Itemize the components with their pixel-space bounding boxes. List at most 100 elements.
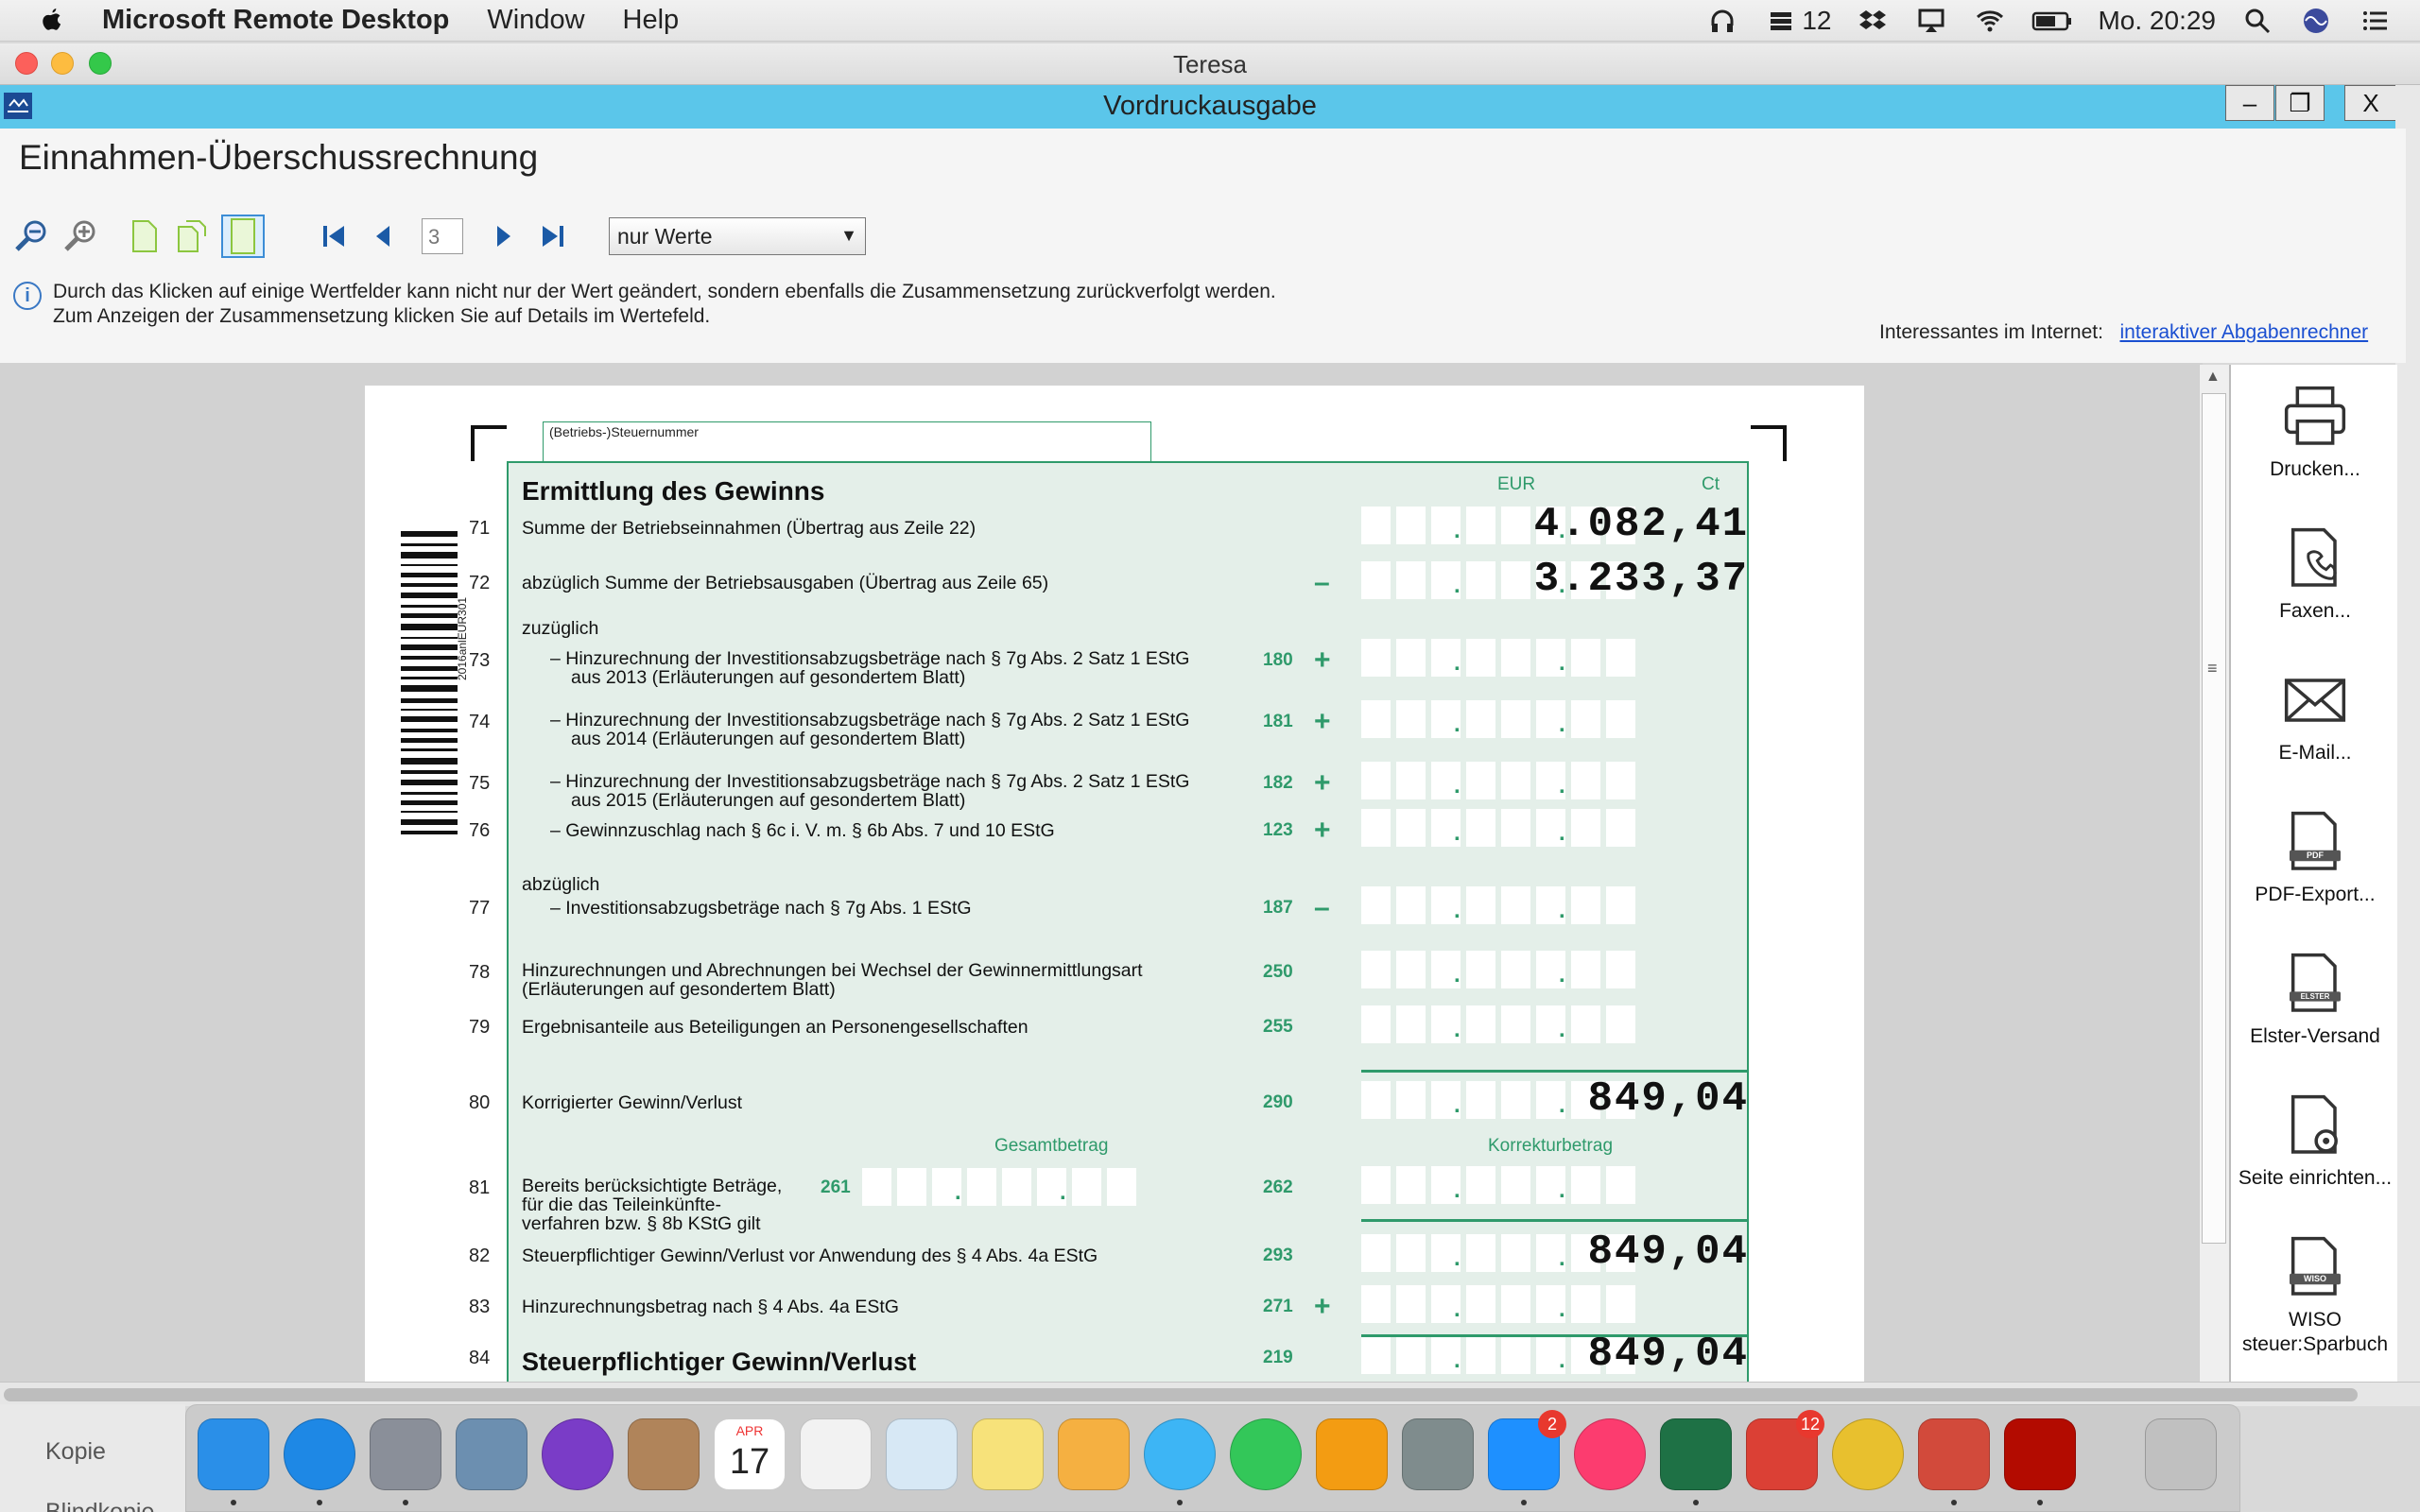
abgabenrechner-link[interactable]: interaktiver Abgabenrechner (2119, 321, 2368, 343)
last-page-button[interactable] (531, 215, 575, 258)
dropbox-icon[interactable] (1856, 7, 1890, 35)
horizontal-scroll-thumb[interactable] (4, 1388, 2358, 1401)
value-field-78[interactable] (1361, 951, 1635, 992)
dock-preview-icon[interactable] (456, 1418, 527, 1490)
line-number: 73 (469, 650, 491, 671)
row-value[interactable]: 849,04 (1588, 1331, 1749, 1378)
action-fax[interactable]: Faxen... (2231, 525, 2399, 624)
dock-safari-icon[interactable] (284, 1418, 355, 1490)
value-field-83[interactable] (1361, 1285, 1635, 1327)
value-field-79[interactable] (1361, 1005, 1635, 1047)
close-button[interactable]: X (2344, 85, 2397, 121)
zoom-in-button[interactable] (59, 215, 102, 258)
action-wiso[interactable]: WISO WISO steuer:Sparbuch (2231, 1234, 2399, 1357)
running-indicator (403, 1500, 408, 1505)
dock-reminders-icon[interactable] (800, 1418, 872, 1490)
restore-button[interactable]: ❐ (2275, 85, 2325, 121)
mail-item-blindkopie[interactable]: Blindkopie (45, 1499, 154, 1512)
dock-system-preferences-icon[interactable] (1402, 1418, 1474, 1490)
minimize-button[interactable]: – (2225, 85, 2274, 121)
value-field-76[interactable] (1361, 809, 1635, 850)
dock-remote-desktop-icon[interactable] (1918, 1418, 1990, 1490)
menubar-clock[interactable]: Mo. 20:29 (2098, 6, 2216, 36)
gesamtbetrag-field[interactable] (862, 1168, 1136, 1210)
value-field-75-cell (1501, 762, 1530, 799)
barcode (401, 531, 458, 834)
value-field-75[interactable] (1361, 762, 1635, 803)
battery-icon[interactable] (2031, 7, 2073, 35)
value-field-78-separator: . (1454, 962, 1461, 988)
view-mode-select[interactable]: nur Werte ▼ (609, 217, 866, 255)
mail-item-kopie[interactable]: Kopie (45, 1438, 106, 1466)
dock-chrome-icon[interactable] (1832, 1418, 1904, 1490)
running-indicator (231, 1500, 236, 1505)
search-icon[interactable] (2240, 7, 2274, 35)
double-page-button[interactable] (172, 215, 216, 258)
full-page-button[interactable] (221, 215, 265, 258)
previous-page-button[interactable] (361, 215, 405, 258)
screen-mirror-icon[interactable] (1914, 7, 1948, 35)
dock-facetime-icon[interactable] (1230, 1418, 1302, 1490)
next-page-button[interactable] (482, 215, 526, 258)
menu-window[interactable]: Window (487, 5, 584, 36)
line-number: 76 (469, 820, 491, 841)
col-eur-label: EUR (1497, 474, 1536, 494)
value-field-71-cell (1501, 507, 1530, 544)
action-pdf[interactable]: PDF PDF-Export... (2231, 809, 2399, 907)
dock-contacts-icon[interactable] (628, 1418, 700, 1490)
steuernummer-field[interactable]: (Betriebs-)Steuernummer (543, 421, 1151, 461)
action-elster[interactable]: ELSTER Elster-Versand (2231, 951, 2399, 1049)
value-field-76-cell (1466, 809, 1495, 847)
dock-messages-icon[interactable] (1144, 1418, 1216, 1490)
action-page-setup[interactable]: Seite einrichten... (2231, 1092, 2399, 1191)
page-number-input[interactable]: 3 (422, 218, 463, 254)
single-page-button[interactable] (123, 215, 166, 258)
dock-launchpad-icon[interactable] (370, 1418, 441, 1490)
dock-maps-icon[interactable] (886, 1418, 958, 1490)
value-field-81[interactable] (1361, 1166, 1635, 1208)
horizontal-scrollbar[interactable] (0, 1382, 2420, 1406)
dock-todoist-icon[interactable]: 12 (1746, 1410, 1824, 1490)
dock-itunes-icon[interactable] (1574, 1418, 1646, 1490)
headphones-icon[interactable] (1705, 7, 1739, 35)
dock-app-store-icon[interactable]: 2 (1488, 1410, 1566, 1490)
value-field-79-cell (1396, 1005, 1426, 1043)
notification-center-icon[interactable] (2358, 7, 2392, 35)
menu-app-name[interactable]: Microsoft Remote Desktop (102, 5, 449, 36)
dock-notes-icon[interactable] (972, 1418, 1044, 1490)
value-field-82-separator: . (1559, 1246, 1565, 1271)
value-field-77[interactable] (1361, 886, 1635, 928)
menu-help[interactable]: Help (623, 5, 680, 36)
row-value[interactable]: 849,04 (1588, 1075, 1749, 1123)
value-field-77-cell (1396, 886, 1426, 924)
siri-icon[interactable] (2299, 7, 2333, 35)
wifi-icon[interactable] (1973, 7, 2007, 35)
section-title: Ermittlung des Gewinns (522, 476, 825, 506)
dock-siri-icon[interactable] (542, 1418, 614, 1490)
row-value[interactable]: 3.233,37 (1534, 556, 1749, 603)
first-page-button[interactable] (312, 215, 355, 258)
dock-trash-icon[interactable] (2145, 1418, 2217, 1490)
stack-icon[interactable] (1764, 7, 1798, 35)
value-field-73[interactable] (1361, 639, 1635, 680)
dock-calendar-icon[interactable]: APR 17 (714, 1418, 786, 1490)
zoom-out-button[interactable] (9, 215, 53, 258)
calendar-day: 17 (729, 1442, 770, 1482)
action-mail[interactable]: E-Mail... (2231, 667, 2399, 765)
action-printer[interactable]: Drucken... (2231, 384, 2399, 482)
vertical-scroll-thumb[interactable]: ≡ (2202, 393, 2226, 1244)
dock-ibooks-icon[interactable] (1316, 1418, 1388, 1490)
dock-finder-icon[interactable] (198, 1418, 269, 1490)
row-value[interactable]: 4.082,41 (1534, 501, 1749, 548)
value-field-76-cell (1606, 809, 1635, 847)
dock-photos-icon[interactable] (1058, 1418, 1130, 1490)
value-field-80-cell (1396, 1081, 1426, 1119)
scroll-up-icon[interactable]: ▲ (2205, 369, 2221, 386)
dock-excel-icon[interactable] (1660, 1418, 1732, 1490)
dock-acrobat-icon[interactable] (2004, 1418, 2076, 1490)
full-page-icon (231, 218, 255, 254)
row-value[interactable]: 849,04 (1588, 1228, 1749, 1276)
value-field-74[interactable] (1361, 700, 1635, 742)
document-vertical-scrollbar[interactable]: ▲ ≡ (2199, 365, 2229, 1382)
apple-icon[interactable] (42, 8, 62, 33)
